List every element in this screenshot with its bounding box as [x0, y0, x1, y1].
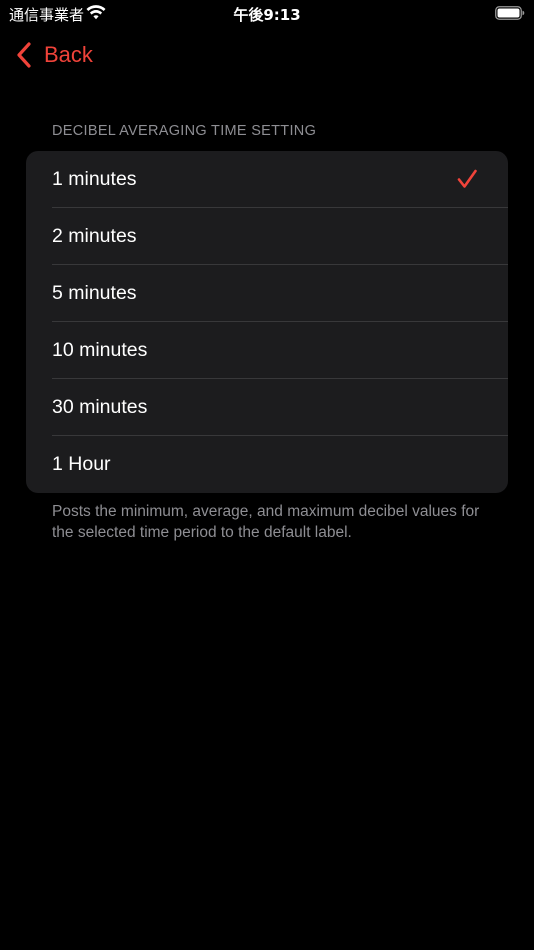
option-row-1-minutes[interactable]: 1 minutes — [26, 151, 508, 208]
status-time: 午後9:13 — [233, 6, 301, 24]
option-row-2-minutes[interactable]: 2 minutes — [26, 208, 508, 265]
chevron-left-icon — [17, 42, 31, 68]
option-row-10-minutes[interactable]: 10 minutes — [26, 322, 508, 379]
back-label: Back — [44, 42, 93, 67]
averaging-options-list: 1 minutes 2 minutes 5 minutes 10 minutes… — [26, 151, 508, 493]
option-row-1-hour[interactable]: 1 Hour — [26, 436, 508, 493]
back-button[interactable]: Back — [14, 40, 93, 70]
option-label: 2 minutes — [52, 225, 137, 247]
option-label: 10 minutes — [52, 339, 148, 361]
option-label: 30 minutes — [52, 396, 148, 418]
option-label: 1 Hour — [52, 453, 111, 475]
section-footer: Posts the minimum, average, and maximum … — [52, 503, 480, 541]
option-label: 5 minutes — [52, 282, 137, 304]
battery-icon — [495, 6, 525, 20]
option-row-30-minutes[interactable]: 30 minutes — [26, 379, 508, 436]
checkmark-icon — [457, 169, 477, 188]
status-bar: 通信事業者 午後9:13 — [0, 0, 534, 28]
option-label: 1 minutes — [52, 168, 137, 190]
option-row-5-minutes[interactable]: 5 minutes — [26, 265, 508, 322]
section-header: DECIBEL AVERAGING TIME SETTING — [52, 123, 317, 139]
navigation-bar: Back — [0, 34, 534, 78]
